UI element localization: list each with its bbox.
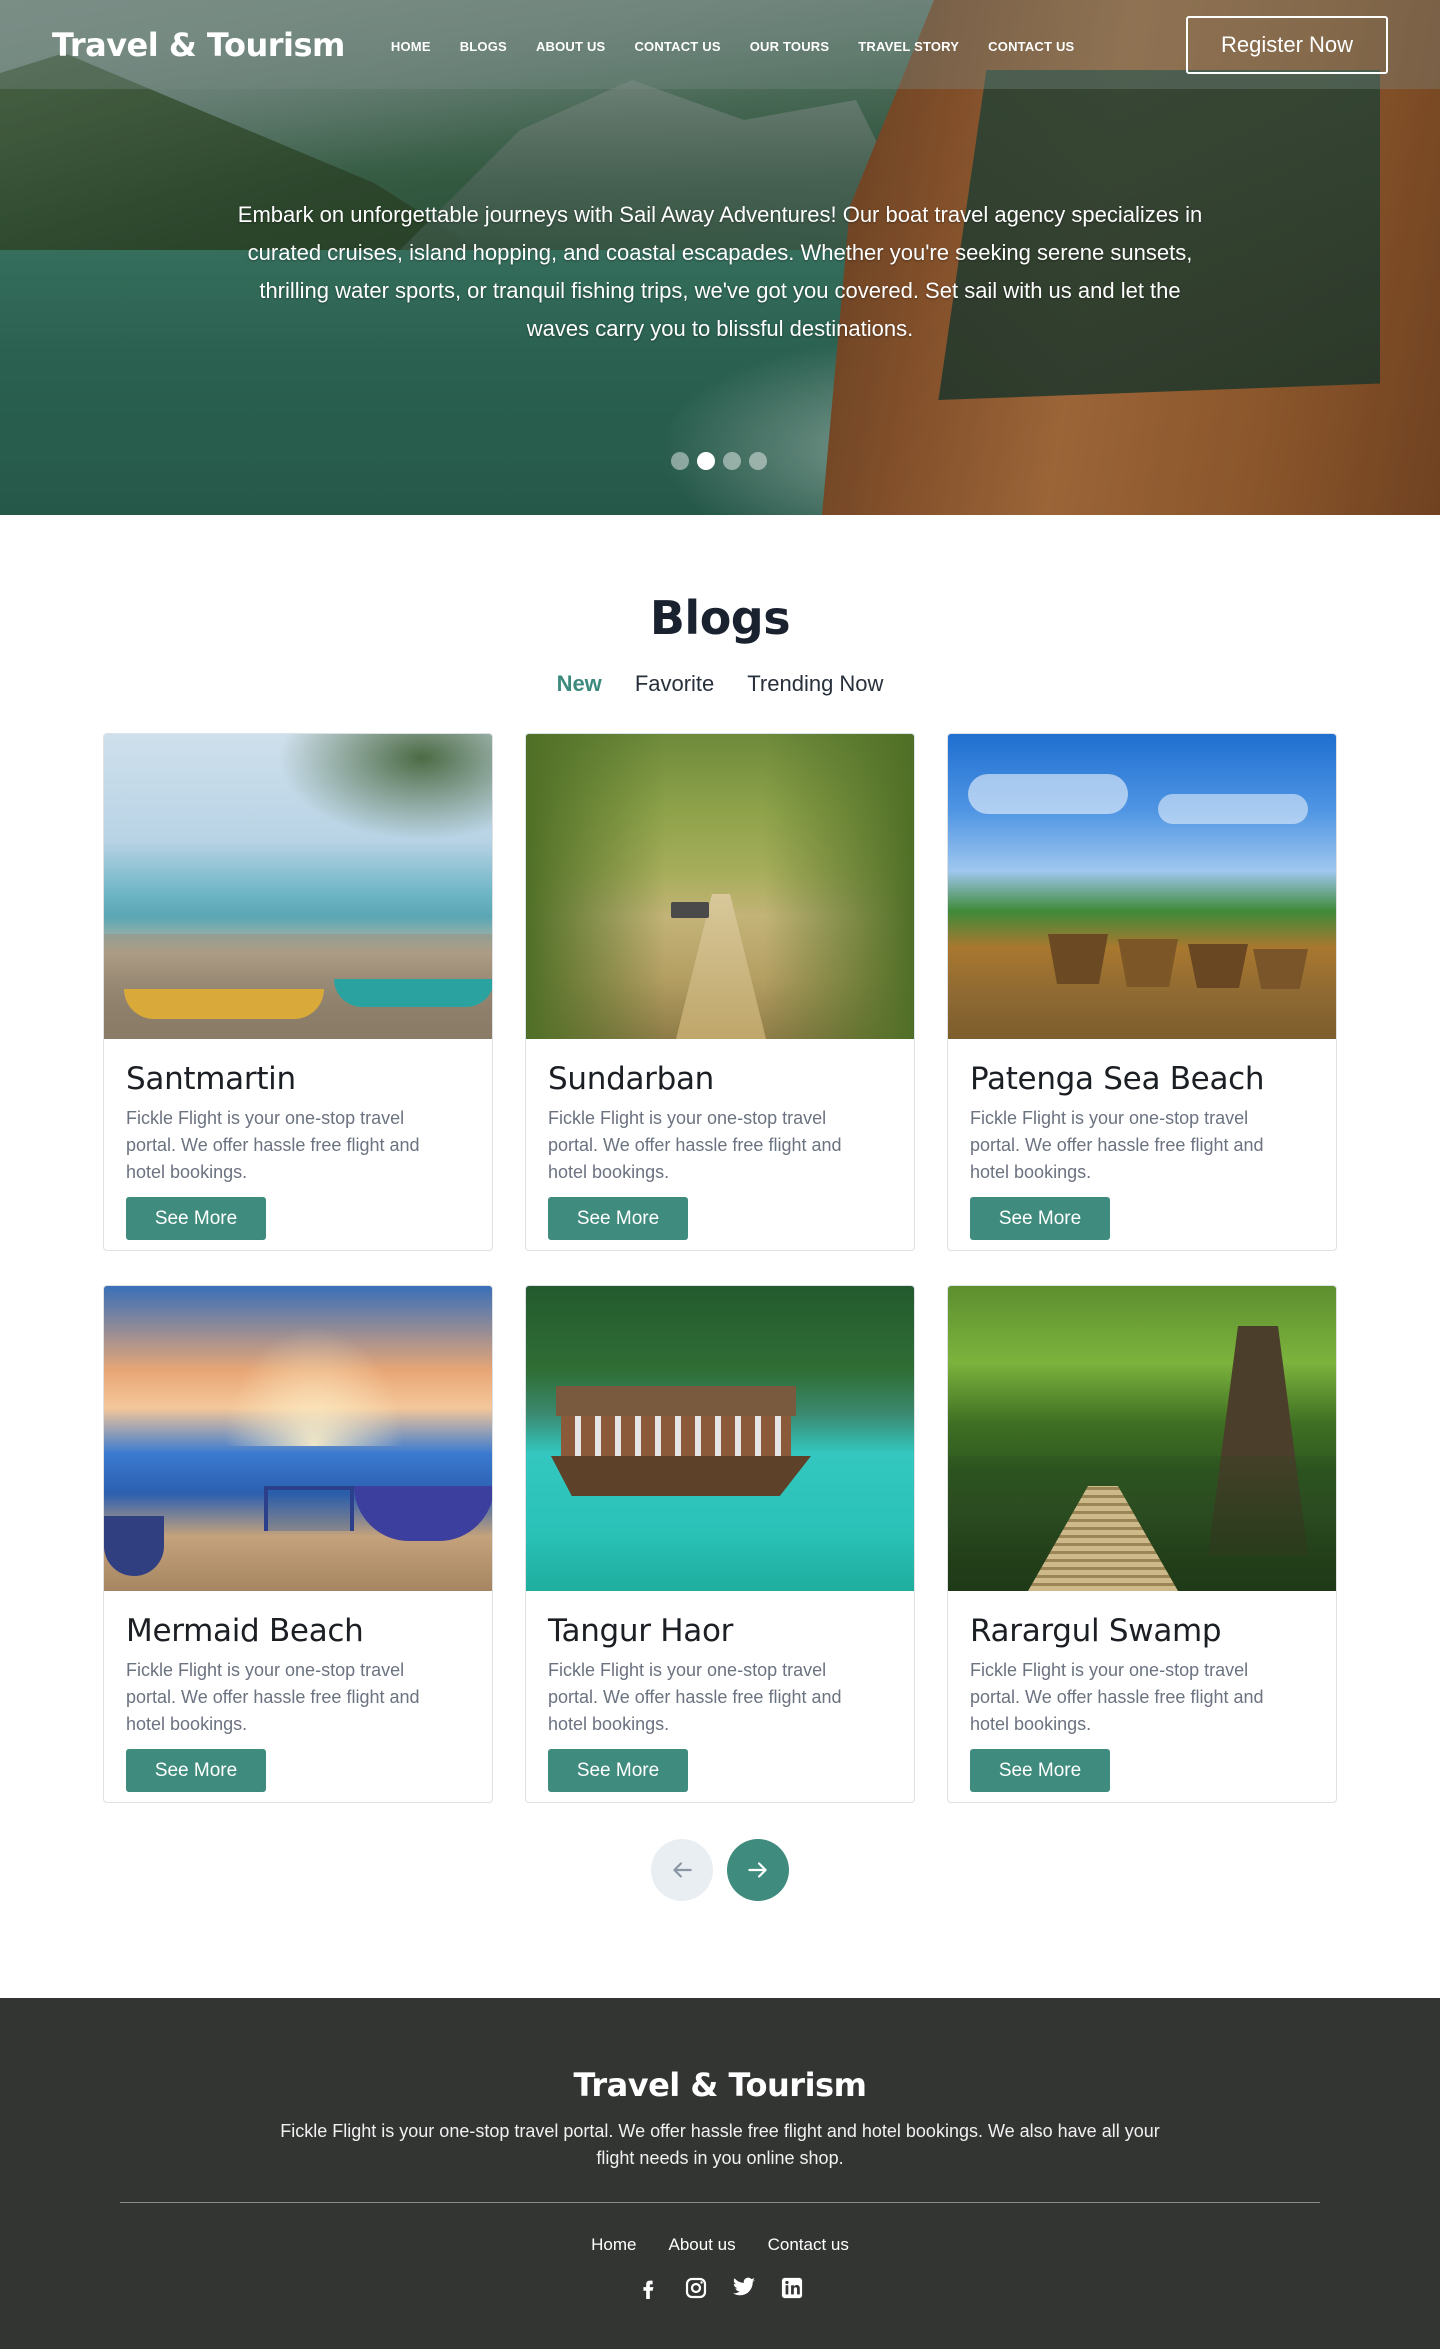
nav-home[interactable]: HOME — [391, 39, 431, 54]
card-title: Rarargul Swamp — [970, 1613, 1222, 1649]
card-title: Patenga Sea Beach — [970, 1061, 1265, 1097]
forest-right — [764, 734, 914, 1039]
tab-favorite[interactable]: Favorite — [635, 671, 714, 697]
see-more-button[interactable]: See More — [970, 1749, 1110, 1792]
forest-left — [526, 734, 666, 1039]
top-navbar: Travel & Tourism HOME BLOGS ABOUT US CON… — [0, 0, 1440, 89]
carousel-dot-2[interactable] — [697, 452, 715, 470]
blog-card-grid: Santmartin Fickle Flight is your one-sto… — [0, 733, 1440, 1803]
see-more-button[interactable]: See More — [548, 1197, 688, 1240]
patenga-image — [948, 734, 1336, 1039]
card-title: Mermaid Beach — [126, 1613, 364, 1649]
card-title: Santmartin — [126, 1061, 296, 1097]
blog-card-tangur[interactable]: Tangur Haor Fickle Flight is your one-st… — [525, 1285, 915, 1803]
carousel-dot-1[interactable] — [671, 452, 689, 470]
cloud — [1158, 794, 1308, 824]
blog-card-mermaid[interactable]: Mermaid Beach Fickle Flight is your one-… — [103, 1285, 493, 1803]
tab-trending-now[interactable]: Trending Now — [747, 671, 883, 697]
see-more-button[interactable]: See More — [126, 1197, 266, 1240]
blog-pagination — [0, 1839, 1440, 1901]
tree-foliage — [254, 734, 492, 854]
nav-blogs[interactable]: BLOGS — [460, 39, 507, 54]
see-more-button[interactable]: See More — [970, 1197, 1110, 1240]
blog-card-sundarban[interactable]: Sundarban Fickle Flight is your one-stop… — [525, 733, 915, 1251]
card-description: Fickle Flight is your one-stop travel po… — [970, 1108, 1264, 1182]
footer: Travel & Tourism Fickle Flight is your o… — [0, 1998, 1440, 2349]
blog-card-rarargul[interactable]: Rarargul Swamp Fickle Flight is your one… — [947, 1285, 1337, 1803]
linkedin-icon[interactable] — [779, 2275, 805, 2301]
footer-description: Fickle Flight is your one-stop travel po… — [280, 2121, 1160, 2168]
hero-banner: Travel & Tourism HOME BLOGS ABOUT US CON… — [0, 0, 1440, 515]
blogs-section: Blogs New Favorite Trending Now Santmart… — [0, 515, 1440, 1901]
prev-page-button[interactable] — [651, 1839, 713, 1901]
nav-links: HOME BLOGS ABOUT US CONTACT US OUR TOURS… — [391, 39, 1075, 54]
mermaid-image — [104, 1286, 492, 1591]
see-more-button[interactable]: See More — [548, 1749, 688, 1792]
tab-new[interactable]: New — [557, 671, 602, 697]
blogs-title: Blogs — [649, 591, 791, 645]
card-description: Fickle Flight is your one-stop travel po… — [970, 1660, 1264, 1734]
facebook-icon[interactable] — [635, 2275, 661, 2301]
footer-links: Home About us Contact us — [0, 2235, 1440, 2255]
next-page-button[interactable] — [727, 1839, 789, 1901]
wooden-boat — [1048, 934, 1108, 984]
tangur-image — [526, 1286, 914, 1591]
carousel-dots — [671, 452, 767, 470]
card-title: Sundarban — [548, 1061, 715, 1097]
blog-card-patenga[interactable]: Patenga Sea Beach Fickle Flight is your … — [947, 733, 1337, 1251]
twitter-icon[interactable] — [731, 2275, 757, 2301]
boat-yellow — [124, 989, 324, 1019]
carousel-dot-3[interactable] — [723, 452, 741, 470]
hero-description: Embark on unforgettable journeys with Sa… — [237, 202, 1203, 341]
blog-card-santmartin[interactable]: Santmartin Fickle Flight is your one-sto… — [103, 733, 493, 1251]
footer-link-about[interactable]: About us — [668, 2235, 735, 2255]
nav-travel-story[interactable]: TRAVEL STORY — [858, 39, 959, 54]
wooden-boat — [1253, 949, 1308, 989]
card-description: Fickle Flight is your one-stop travel po… — [548, 1660, 842, 1734]
sun-rays — [224, 1326, 404, 1446]
cloud — [968, 774, 1128, 814]
nav-our-tours[interactable]: OUR TOURS — [750, 39, 830, 54]
houseboat-roof — [556, 1386, 796, 1416]
register-now-button[interactable]: Register Now — [1186, 15, 1388, 74]
instagram-icon[interactable] — [683, 2275, 709, 2301]
houseboat-hull — [551, 1456, 811, 1496]
blue-boat — [354, 1486, 492, 1541]
brand-logo[interactable]: Travel & Tourism — [52, 26, 345, 64]
river-boat — [671, 902, 709, 918]
wooden-boat — [1188, 944, 1248, 988]
wooden-boat — [1118, 939, 1178, 987]
blue-boat-left — [104, 1516, 164, 1576]
card-description: Fickle Flight is your one-stop travel po… — [126, 1660, 420, 1734]
carousel-dot-4[interactable] — [749, 452, 767, 470]
card-description: Fickle Flight is your one-stop travel po… — [126, 1108, 420, 1182]
nav-contact-us-2[interactable]: CONTACT US — [988, 39, 1074, 54]
houseboat-cabin — [561, 1416, 791, 1456]
see-more-button[interactable]: See More — [126, 1749, 266, 1792]
santmartin-image — [104, 734, 492, 1039]
footer-brand: Travel & Tourism — [573, 2066, 867, 2104]
footer-link-home[interactable]: Home — [591, 2235, 636, 2255]
social-links — [0, 2275, 1440, 2301]
footer-link-contact[interactable]: Contact us — [768, 2235, 849, 2255]
arrow-left-icon — [673, 1862, 692, 1878]
footer-divider — [120, 2202, 1320, 2203]
blog-tabs: New Favorite Trending Now — [0, 671, 1440, 697]
nav-contact-us[interactable]: CONTACT US — [634, 39, 720, 54]
card-description: Fickle Flight is your one-stop travel po… — [548, 1108, 842, 1182]
nav-about-us[interactable]: ABOUT US — [536, 39, 606, 54]
rarargul-image — [948, 1286, 1336, 1591]
boat-teal — [334, 979, 492, 1007]
arrow-right-icon — [748, 1862, 767, 1878]
sundarban-image — [526, 734, 914, 1039]
card-title: Tangur Haor — [548, 1613, 734, 1649]
beach-hut — [264, 1486, 354, 1531]
